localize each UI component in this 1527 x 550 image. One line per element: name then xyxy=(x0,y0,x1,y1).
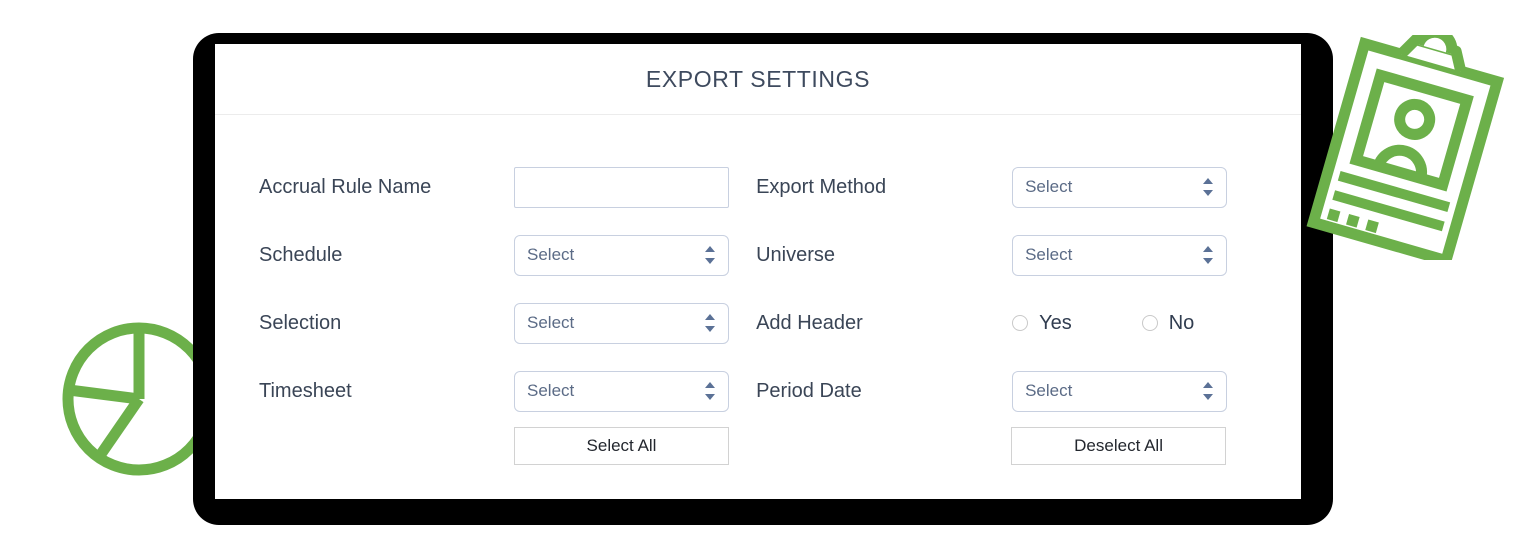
field-schedule: Schedule Select xyxy=(259,234,756,276)
dialog-action-row: Select All Deselect All xyxy=(215,427,1301,465)
chevron-updown-icon xyxy=(705,313,716,333)
form-row: Schedule Select Universe Select xyxy=(259,221,1257,289)
period-date-select-value: Select xyxy=(1025,381,1073,400)
field-add-header: Add Header Yes No xyxy=(756,312,1257,335)
field-label-export-method: Export Method xyxy=(756,175,887,198)
select-all-slot: Select All xyxy=(259,427,756,465)
chevron-updown-icon xyxy=(705,381,716,401)
timesheet-select-value: Select xyxy=(527,381,575,400)
selection-select-value: Select xyxy=(527,313,575,332)
field-export-method: Export Method Select xyxy=(756,166,1257,208)
field-label-universe: Universe xyxy=(756,243,835,266)
export-method-select-value: Select xyxy=(1025,177,1073,196)
field-label-timesheet: Timesheet xyxy=(259,379,352,402)
field-label-add-header: Add Header xyxy=(756,311,863,334)
field-universe: Universe Select xyxy=(756,234,1257,276)
add-header-radio-no[interactable]: No xyxy=(1141,311,1195,335)
clipboard-person-icon xyxy=(1306,35,1505,260)
field-timesheet: Timesheet Select xyxy=(259,370,756,412)
dialog-header: EXPORT SETTINGS xyxy=(215,44,1301,115)
accrual-rule-name-input[interactable] xyxy=(514,166,729,208)
field-selection: Selection Select xyxy=(259,302,756,344)
chevron-updown-icon xyxy=(1203,245,1214,265)
add-header-radio-group: Yes No xyxy=(1012,312,1194,335)
field-accrual-rule-name: Accrual Rule Name xyxy=(259,166,756,208)
field-label-selection: Selection xyxy=(259,311,342,334)
select-all-button[interactable]: Select All xyxy=(514,427,729,465)
timesheet-select[interactable]: Select xyxy=(514,370,729,412)
universe-select-value: Select xyxy=(1025,245,1073,264)
form-row: Accrual Rule Name Export Method Select xyxy=(259,153,1257,221)
page-title: EXPORT SETTINGS xyxy=(645,65,871,92)
schedule-select[interactable]: Select xyxy=(514,234,729,276)
field-label-schedule: Schedule xyxy=(259,243,343,266)
universe-select[interactable]: Select xyxy=(1012,234,1228,276)
field-label-period-date: Period Date xyxy=(756,379,862,402)
export-settings-form: Accrual Rule Name Export Method Select S… xyxy=(215,115,1301,425)
form-row: Timesheet Select Period Date Select xyxy=(259,357,1257,425)
chevron-updown-icon xyxy=(705,245,716,265)
add-header-radio-yes-label: Yes xyxy=(1039,311,1072,334)
schedule-select-value: Select xyxy=(527,245,575,264)
field-period-date: Period Date Select xyxy=(756,370,1257,412)
deselect-all-button[interactable]: Deselect All xyxy=(1011,427,1227,465)
radio-circle-icon xyxy=(1012,315,1029,331)
chevron-updown-icon xyxy=(1203,381,1214,401)
period-date-select[interactable]: Select xyxy=(1012,370,1228,412)
export-settings-dialog: EXPORT SETTINGS Accrual Rule Name Export… xyxy=(215,44,1301,499)
add-header-radio-yes[interactable]: Yes xyxy=(1012,312,1072,335)
export-method-select[interactable]: Select xyxy=(1012,166,1228,208)
field-label-accrual-rule-name: Accrual Rule Name xyxy=(259,175,432,198)
deselect-all-slot: Deselect All xyxy=(756,427,1257,465)
chevron-updown-icon xyxy=(1203,177,1214,197)
selection-select[interactable]: Select xyxy=(514,302,729,344)
form-row: Selection Select Add Header Yes No xyxy=(259,289,1257,357)
add-header-radio-no-label: No xyxy=(1168,311,1195,334)
radio-circle-icon xyxy=(1141,315,1158,331)
